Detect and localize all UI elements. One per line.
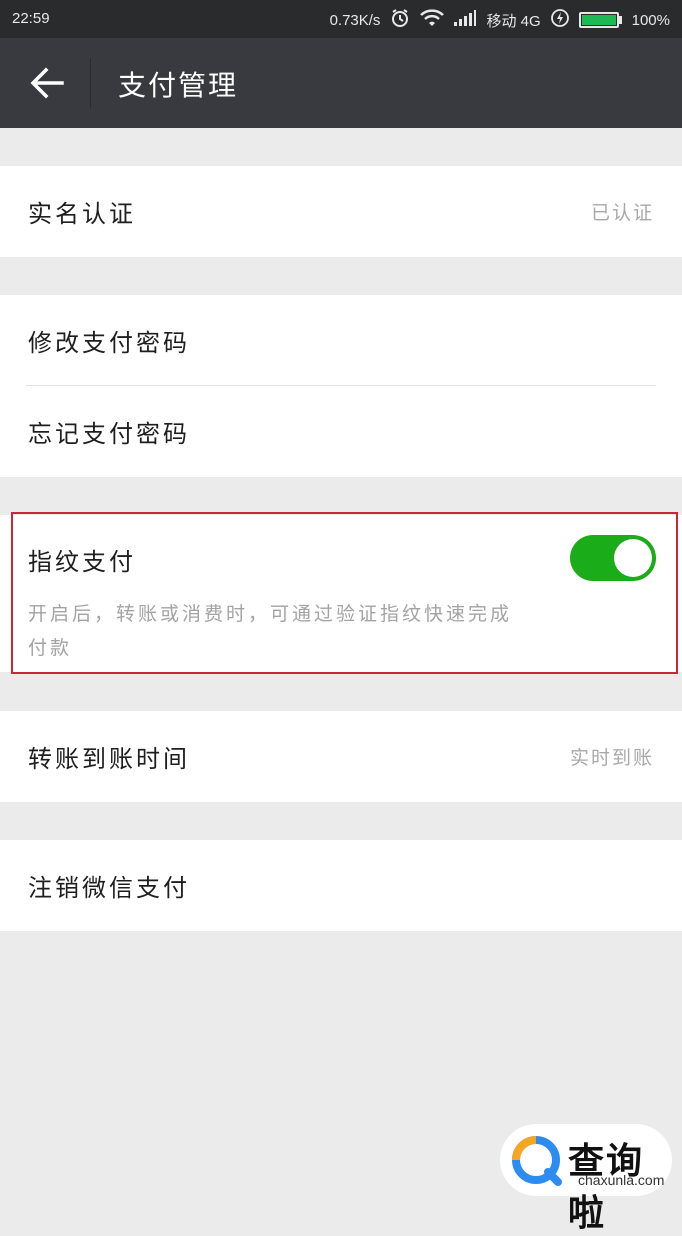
transfer-time-label: 转账到账时间 xyxy=(28,745,190,773)
arrow-left-icon xyxy=(30,67,64,99)
wifi-icon xyxy=(420,9,445,31)
verification-row[interactable]: 实名认证 已认证 xyxy=(0,166,682,256)
alarm-icon xyxy=(390,8,410,32)
transfer-group: 转账到账时间 实时到账 xyxy=(0,711,682,802)
password-group: 修改支付密码 忘记支付密码 xyxy=(0,295,682,477)
title-bar: 支付管理 xyxy=(0,38,682,128)
transfer-time-row[interactable]: 转账到账时间 实时到账 xyxy=(0,711,682,801)
forgot-password-label: 忘记支付密码 xyxy=(28,420,190,448)
fingerprint-label: 指纹支付 xyxy=(28,548,136,576)
status-bar: 22:59 0.73K/s 移动 4G 100% xyxy=(0,0,682,38)
verification-group: 实名认证 已认证 xyxy=(0,166,682,257)
back-button[interactable] xyxy=(28,64,66,102)
page-title: 支付管理 xyxy=(118,69,239,102)
carrier: 移动 4G xyxy=(486,12,541,30)
battery-icon xyxy=(578,12,622,28)
fingerprint-description: 开启后，转账或消费时，可通过验证指纹快速完成付款 xyxy=(28,603,513,659)
toggle-knob xyxy=(614,539,652,577)
verification-status: 已认证 xyxy=(590,202,654,224)
verification-label: 实名认证 xyxy=(28,200,136,228)
deactivate-label: 注销微信支付 xyxy=(28,874,190,902)
net-speed: 0.73K/s xyxy=(329,11,381,29)
deactivate-row[interactable]: 注销微信支付 xyxy=(0,840,682,930)
fingerprint-toggle[interactable] xyxy=(570,535,656,581)
status-time: 22:59 xyxy=(12,10,50,27)
forgot-password-row[interactable]: 忘记支付密码 xyxy=(0,386,682,476)
title-divider xyxy=(90,58,91,108)
magnifier-logo-icon xyxy=(512,1136,562,1186)
change-password-row[interactable]: 修改支付密码 xyxy=(0,295,682,385)
fingerprint-group: 指纹支付 开启后，转账或消费时，可通过验证指纹快速完成付款 xyxy=(0,515,682,672)
charging-icon xyxy=(550,9,569,31)
watermark: 查询啦 chaxunla.com xyxy=(500,1124,672,1234)
status-icons: 0.73K/s 移动 4G 100% xyxy=(330,8,670,32)
deactivate-group: 注销微信支付 xyxy=(0,840,682,931)
battery-percent: 100% xyxy=(631,11,670,29)
signal-icon xyxy=(454,10,477,30)
watermark-domain: chaxunla.com xyxy=(578,1172,665,1188)
transfer-time-value: 实时到账 xyxy=(569,747,654,769)
change-password-label: 修改支付密码 xyxy=(28,329,190,357)
